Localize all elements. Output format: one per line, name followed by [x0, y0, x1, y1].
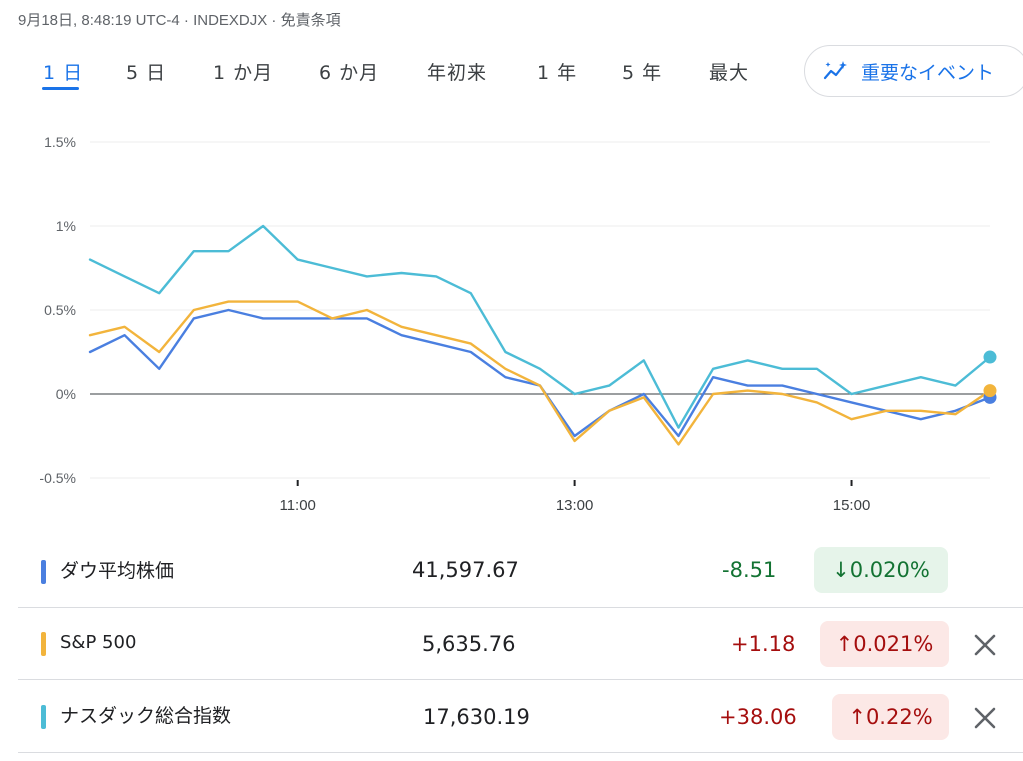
remove-sp500-button[interactable] — [970, 630, 1000, 660]
tab-max[interactable]: 最大 — [709, 58, 749, 85]
tab-1-day[interactable]: 1 日 — [43, 58, 83, 85]
tab-1-month[interactable]: 1 か月 — [213, 58, 273, 85]
y-tick-label: 0% — [56, 386, 76, 402]
close-icon — [974, 634, 996, 656]
tab-1-year[interactable]: 1 年 — [537, 58, 577, 85]
y-tick-label: -0.5% — [39, 470, 76, 486]
index-price: 5,635.76 — [422, 632, 516, 656]
tab-6-month[interactable]: 6 か月 — [319, 58, 379, 85]
nasdaq-color-swatch — [41, 705, 46, 729]
index-change: -8.51 — [722, 558, 777, 582]
sp500-color-swatch — [41, 632, 46, 656]
range-tabs: 1 日 5 日 1 か月 6 か月 年初来 1 年 5 年 最大 — [0, 58, 790, 94]
y-axis-ticks: 1.5% 1% 0.5% 0% -0.5% — [39, 134, 76, 486]
series-lines — [88, 224, 992, 446]
remove-nasdaq-button[interactable] — [970, 703, 1000, 733]
x-axis-ticks: 11:00 13:00 15:00 — [279, 480, 870, 514]
index-percent-badge: ↓0.020% — [814, 547, 948, 593]
index-percent-badge: ↑0.22% — [832, 694, 949, 740]
y-tick-label: 0.5% — [44, 302, 76, 318]
chart-meta-text: 9月18日, 8:48:19 UTC-4 · INDEXDJX · 免責条項 — [18, 12, 341, 29]
tab-5-day[interactable]: 5 日 — [126, 58, 166, 85]
y-tick-label: 1% — [56, 218, 76, 234]
series-end-dot-2 — [983, 350, 997, 364]
index-percent-badge: ↑0.021% — [820, 621, 949, 667]
index-row-nasdaq[interactable]: ナスダック総合指数 17,630.19 +38.06 ↑0.22% — [18, 681, 1023, 753]
index-row-sp500[interactable]: S&P 500 5,635.76 +1.18 ↑0.021% — [18, 608, 1023, 680]
key-events-button[interactable]: 重要なイベント — [804, 45, 1023, 97]
series-line-1 — [88, 300, 992, 446]
series-line-0 — [88, 308, 992, 438]
x-tick-label: 13:00 — [556, 497, 594, 514]
y-tick-label: 1.5% — [44, 134, 76, 150]
key-events-label: 重要なイベント — [861, 61, 995, 84]
x-tick-label: 15:00 — [833, 497, 871, 514]
intraday-chart[interactable]: 1.5% 1% 0.5% 0% -0.5% 11:00 13:00 15:00 — [0, 120, 1023, 520]
index-change: +38.06 — [719, 705, 797, 729]
index-row-dow[interactable]: ダウ平均株価 41,597.67 -8.51 ↓0.020% — [18, 536, 1023, 608]
tab-ytd[interactable]: 年初来 — [427, 58, 487, 85]
x-tick-label: 11:00 — [279, 497, 315, 514]
tab-5-year[interactable]: 5 年 — [622, 58, 662, 85]
series-line-2 — [88, 224, 992, 429]
index-name: S&P 500 — [60, 632, 137, 653]
dow-color-swatch — [41, 560, 46, 584]
index-change: +1.18 — [731, 632, 796, 656]
index-name: ダウ平均株価 — [60, 560, 175, 582]
series-end-dot-1 — [983, 384, 997, 398]
active-tab-indicator — [42, 87, 79, 90]
index-name: ナスダック総合指数 — [60, 705, 232, 727]
index-price: 17,630.19 — [423, 705, 530, 729]
sparkle-chart-icon — [823, 61, 847, 80]
index-price: 41,597.67 — [412, 558, 519, 582]
close-icon — [974, 707, 996, 729]
series-end-dots — [983, 350, 997, 404]
